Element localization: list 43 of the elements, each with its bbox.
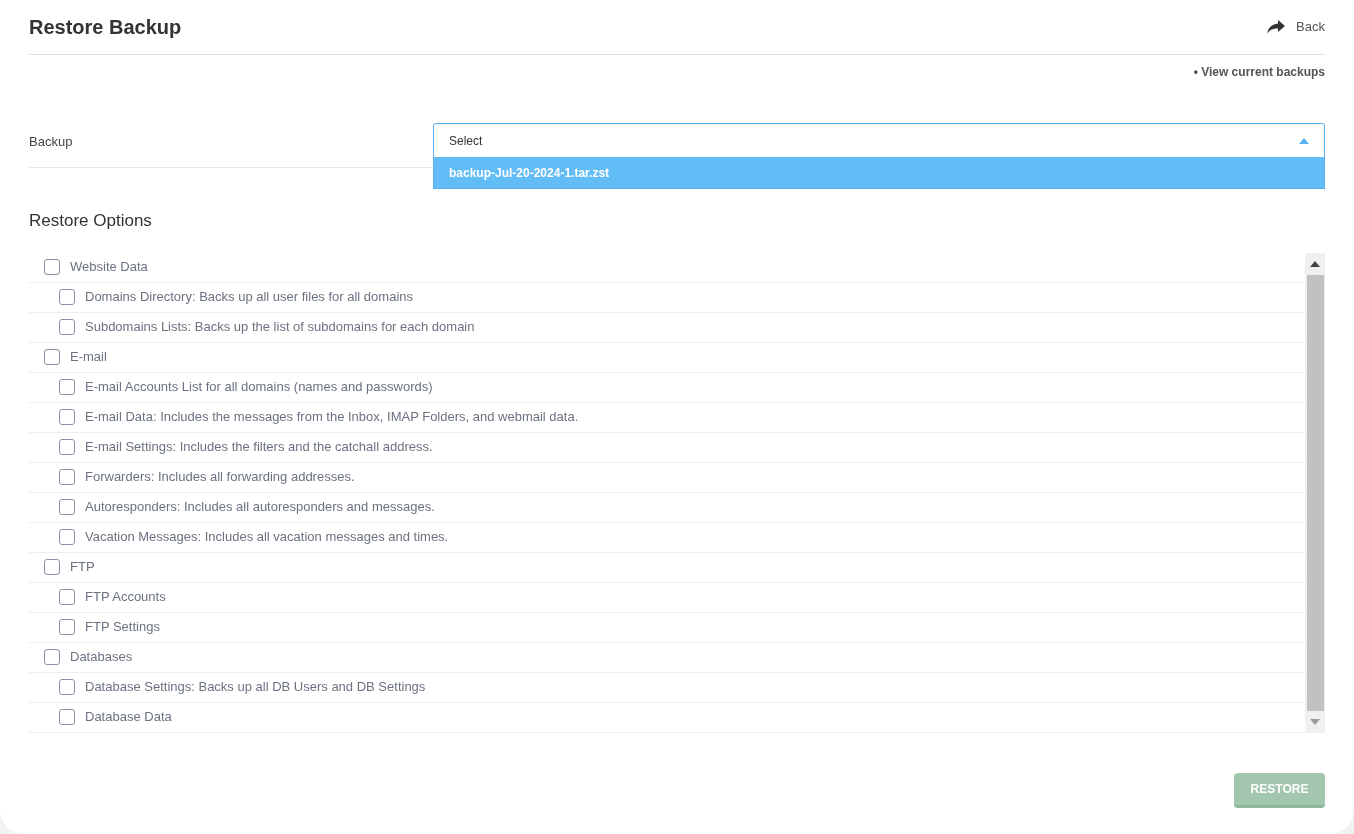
option-label: Database Settings: Backs up all DB Users and DB Settings bbox=[85, 678, 426, 697]
caret-up-icon bbox=[1299, 137, 1309, 144]
option-label: E-mail Accounts List for all domains (names and passwords) bbox=[85, 378, 433, 397]
share-arrow-icon bbox=[1266, 19, 1287, 35]
back-link[interactable]: Back bbox=[1266, 17, 1325, 37]
option-label: Autoresponders: Includes all autoresponders and messages. bbox=[85, 498, 435, 517]
checkbox[interactable] bbox=[44, 649, 60, 665]
checkbox[interactable] bbox=[44, 349, 60, 365]
option-label: E-mail Settings: Includes the filters and the catchall address. bbox=[85, 438, 433, 457]
checkbox[interactable] bbox=[59, 319, 75, 335]
checkbox[interactable] bbox=[44, 559, 60, 575]
checkbox[interactable] bbox=[59, 439, 75, 455]
checkbox[interactable] bbox=[59, 409, 75, 425]
backup-label: Backup bbox=[29, 133, 73, 151]
checkbox[interactable] bbox=[59, 529, 75, 545]
scrollbar[interactable] bbox=[1305, 252, 1325, 733]
checkbox[interactable] bbox=[59, 289, 75, 305]
checkbox[interactable] bbox=[44, 259, 60, 275]
option-label: Vacation Messages: Includes all vacation messages and times. bbox=[85, 528, 449, 547]
section-title: Restore Options bbox=[29, 210, 153, 232]
option-label: Database Data bbox=[85, 708, 172, 727]
option-label: FTP bbox=[70, 558, 95, 577]
checkbox[interactable] bbox=[59, 589, 75, 605]
option-label: Subdomains Lists: Backs up the list of subdomains for each domain bbox=[85, 318, 475, 337]
option-label: FTP Accounts bbox=[85, 588, 166, 607]
checkbox[interactable] bbox=[59, 679, 75, 695]
checkbox[interactable] bbox=[59, 469, 75, 485]
checkbox[interactable] bbox=[59, 499, 75, 515]
checkbox[interactable] bbox=[59, 709, 75, 725]
option-label: FTP Settings bbox=[85, 618, 160, 637]
option-label: Website Data bbox=[70, 258, 148, 277]
option-label: E-mail Data: Includes the messages from the Inbox, IMAP Folders, and webmail data. bbox=[85, 408, 579, 427]
scroll-up-icon[interactable] bbox=[1310, 260, 1320, 267]
checkbox[interactable] bbox=[59, 379, 75, 395]
checkbox[interactable] bbox=[59, 619, 75, 635]
page-title: Restore Backup bbox=[29, 15, 182, 40]
option-label: Forwarders: Includes all forwarding addresses. bbox=[85, 468, 355, 487]
option-label: E-mail bbox=[70, 348, 107, 367]
option-label: Databases bbox=[70, 648, 133, 667]
view-backups-link[interactable]: • View current backups bbox=[1193, 63, 1325, 81]
option-label: Domains Directory: Backs up all user files for all domains bbox=[85, 288, 413, 307]
scroll-down-icon[interactable] bbox=[1310, 718, 1320, 725]
backup-dropdown[interactable]: Select bbox=[433, 123, 1325, 158]
